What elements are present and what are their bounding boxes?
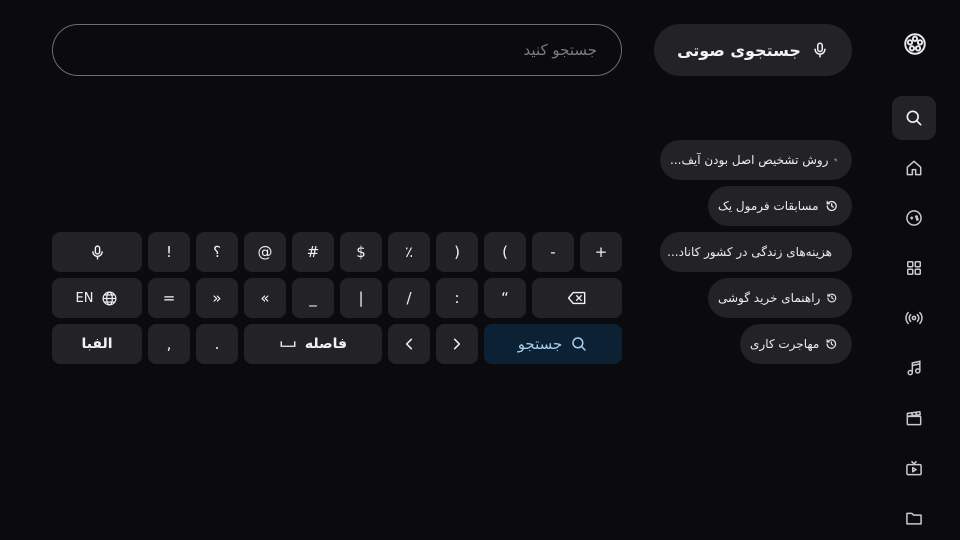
search-key-label: جستجو <box>517 335 563 353</box>
key-exclamation[interactable]: ! <box>148 232 190 272</box>
search-field[interactable] <box>52 24 622 76</box>
history-item-label: مسابقات فرمول یک <box>718 199 819 213</box>
key-slash[interactable]: / <box>388 278 430 318</box>
apps-grid-icon <box>907 261 921 275</box>
key-language[interactable]: EN <box>52 278 142 318</box>
key-comma[interactable]: , <box>148 324 190 364</box>
key-paren-close[interactable]: ) <box>436 232 478 272</box>
search-icon <box>906 110 922 126</box>
chevron-right-icon <box>453 338 461 350</box>
key-colon[interactable]: : <box>436 278 478 318</box>
search-input[interactable] <box>75 40 599 60</box>
globe-icon <box>102 291 117 305</box>
key-percent[interactable]: ٪ <box>388 232 430 272</box>
history-icon <box>827 293 837 303</box>
gamepad-icon <box>906 210 922 226</box>
chevron-left-icon <box>405 338 413 350</box>
key-search[interactable]: جستجو <box>484 324 622 364</box>
language-label: EN <box>75 290 94 306</box>
history-item-label: مهاجرت کاری <box>750 337 820 351</box>
key-alphabet[interactable]: الفبا <box>52 324 142 364</box>
history-item[interactable]: مسابقات فرمول یک <box>708 186 852 226</box>
history-item[interactable]: روش تشخیص اصل بودن آیف... <box>660 140 852 180</box>
key-dot[interactable]: . <box>196 324 238 364</box>
key-guillemet-right[interactable]: » <box>196 278 238 318</box>
key-arrow-left[interactable] <box>388 324 430 364</box>
history-item-label: راهنمای خرید گوشی <box>718 291 821 305</box>
microphone-icon <box>91 244 103 260</box>
sidebar-item-home[interactable] <box>892 146 936 190</box>
history-icon <box>834 158 838 162</box>
sidebar-item-music[interactable] <box>892 346 936 390</box>
key-arrow-right[interactable] <box>436 324 478 364</box>
key-pipe[interactable]: | <box>340 278 382 318</box>
tv-play-icon <box>906 460 922 476</box>
history-item[interactable]: هزینه‌های زندگی در کشور کاناد... <box>660 232 852 272</box>
sidebar-item-movies[interactable] <box>892 396 936 440</box>
key-dollar[interactable]: $ <box>340 232 382 272</box>
voice-search-label: جستجوی صوتی <box>677 40 801 60</box>
key-hash[interactable]: # <box>292 232 334 272</box>
key-paren-open[interactable]: ( <box>484 232 526 272</box>
key-underscore[interactable]: _ <box>292 278 334 318</box>
history-item-label: روش تشخیص اصل بودن آیف... <box>670 153 829 167</box>
sidebar-item-tv[interactable] <box>892 446 936 490</box>
space-bar-icon <box>280 341 296 347</box>
history-item[interactable]: مهاجرت کاری <box>740 324 852 364</box>
key-guillemet-left[interactable]: « <box>244 278 286 318</box>
history-item[interactable]: راهنمای خرید گوشی <box>708 278 852 318</box>
sidebar-item-live[interactable] <box>892 296 936 340</box>
key-microphone[interactable] <box>52 232 142 272</box>
history-icon <box>826 339 837 349</box>
key-quote[interactable]: “ <box>484 278 526 318</box>
key-equals[interactable]: = <box>148 278 190 318</box>
key-minus[interactable]: - <box>532 232 574 272</box>
home-icon <box>906 160 922 176</box>
folder-icon <box>906 512 922 525</box>
alphabet-key-label: الفبا <box>81 336 113 352</box>
key-plus[interactable]: + <box>580 232 622 272</box>
voice-search-button[interactable]: جستجوی صوتی <box>654 24 852 76</box>
history-item-label: هزینه‌های زندگی در کشور کاناد... <box>667 245 832 259</box>
sidebar-item-games[interactable] <box>892 196 936 240</box>
music-note-icon <box>907 360 921 376</box>
key-at[interactable]: @ <box>244 232 286 272</box>
sidebar-item-apps[interactable] <box>892 246 936 290</box>
key-backspace[interactable] <box>532 278 622 318</box>
backspace-icon <box>567 291 586 305</box>
app-logo-icon <box>899 28 931 60</box>
microphone-icon <box>814 42 826 58</box>
clapperboard-icon <box>906 411 922 426</box>
history-icon <box>826 200 837 212</box>
broadcast-icon <box>905 311 923 325</box>
key-space[interactable]: فاصله <box>244 324 382 364</box>
sidebar-item-files[interactable] <box>892 496 936 540</box>
sidebar-item-search[interactable] <box>892 96 936 140</box>
search-icon <box>572 337 587 351</box>
space-key-label: فاصله <box>304 336 348 352</box>
key-question[interactable]: ؟ <box>196 232 238 272</box>
